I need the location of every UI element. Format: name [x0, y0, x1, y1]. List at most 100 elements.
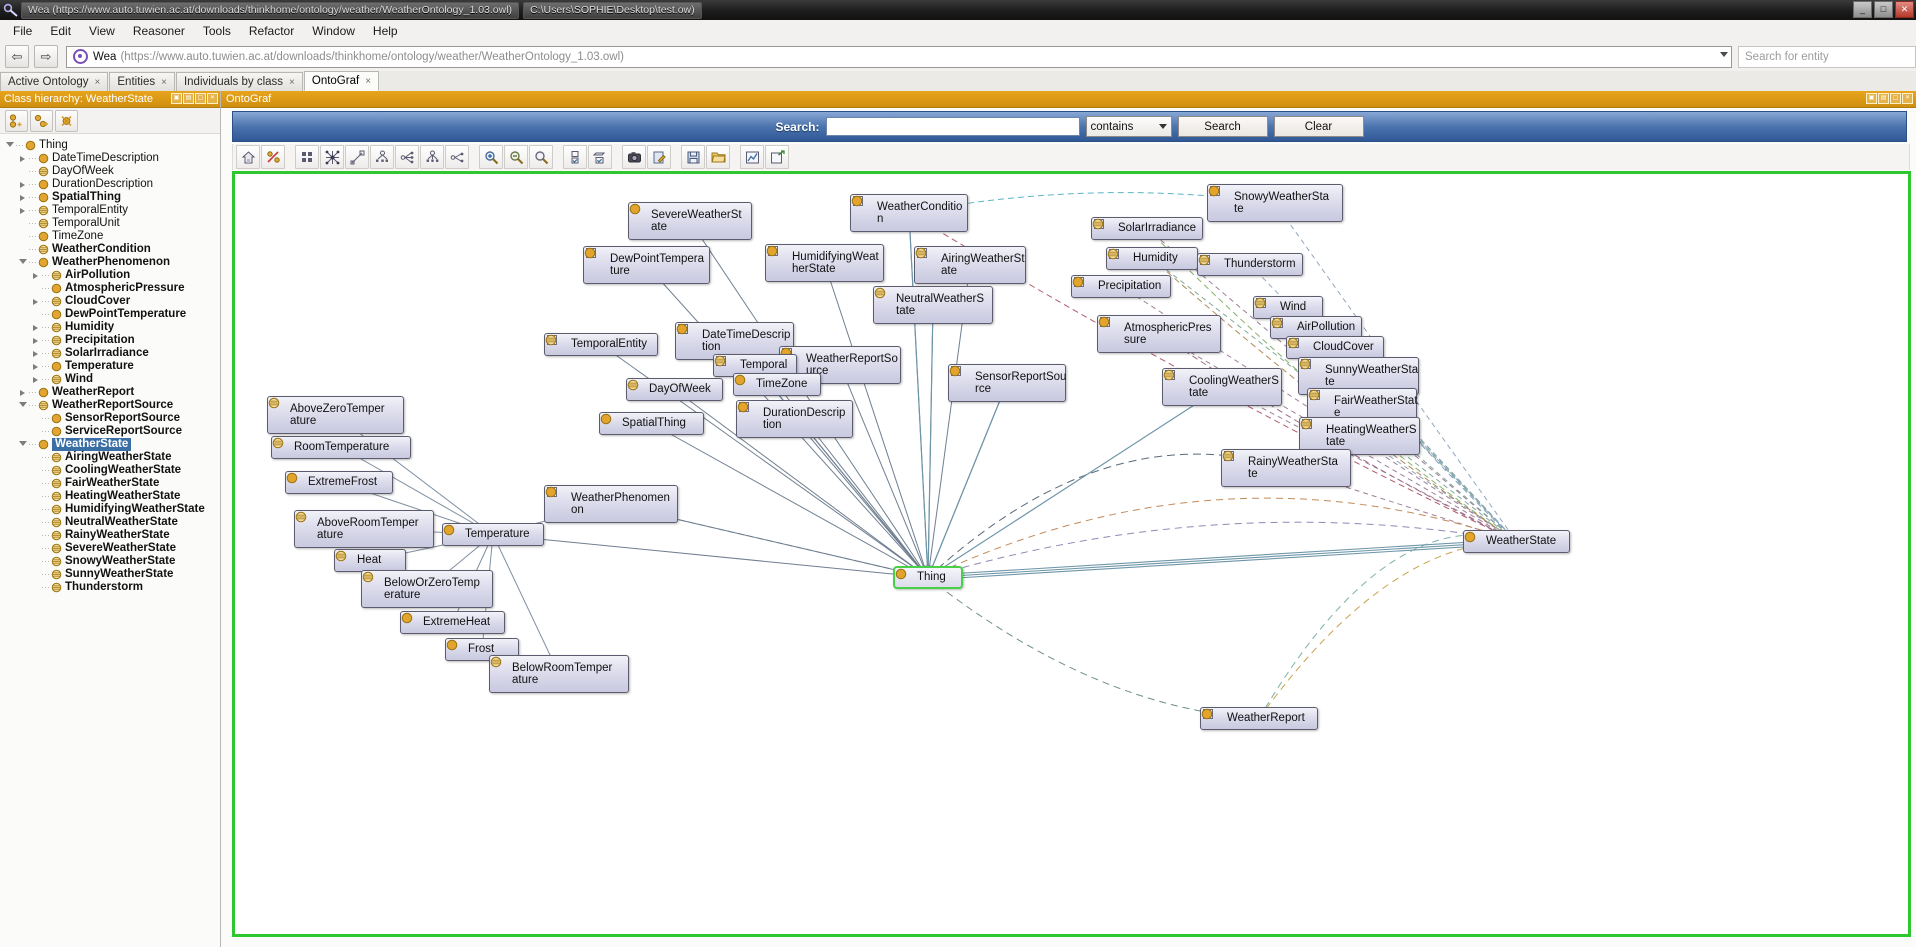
graph-node[interactable]: RoomTemperature	[271, 436, 411, 459]
tree-item-spatialthing[interactable]: ⋯ SpatialThing	[4, 191, 220, 204]
close-button[interactable]: ✕	[1895, 1, 1914, 18]
tree-item-dayofweek[interactable]: ⋯ DayOfWeek	[4, 165, 220, 178]
export-icon[interactable]	[740, 145, 764, 169]
close-icon[interactable]: ×	[95, 77, 101, 88]
tree-item-fairweatherstate[interactable]: ⋯ FairWeatherState	[4, 477, 220, 490]
graph-node[interactable]: +CloudCover	[1286, 336, 1384, 359]
entity-search-input[interactable]: Search for entity	[1738, 45, 1916, 68]
graph-node[interactable]: +SnowyWeatherSta te	[1207, 184, 1343, 222]
expand-arrow-open-icon[interactable]	[17, 440, 28, 449]
graph-node[interactable]: DayOfWeek	[626, 378, 723, 401]
expand-arrow-closed-icon[interactable]	[17, 389, 28, 396]
menu-item-tools[interactable]: Tools	[194, 22, 240, 40]
menu-item-file[interactable]: File	[4, 22, 41, 40]
tab-ontograf[interactable]: OntoGraf ×	[303, 71, 380, 91]
left-tree-icon[interactable]	[445, 145, 469, 169]
tree-item-temporalunit[interactable]: ⋯ TemporalUnit	[4, 217, 220, 230]
expand-arrow-open-icon[interactable]	[17, 258, 28, 267]
tree-item-sensorreportsource[interactable]: ⋯ SensorReportSource	[4, 412, 220, 425]
tree-item-datetimedescription[interactable]: ⋯ DateTimeDescription	[4, 152, 220, 165]
tree-item-temporalentity[interactable]: ⋯ TemporalEntity	[4, 204, 220, 217]
delete-class-icon[interactable]	[55, 109, 78, 132]
tree-item-thunderstorm[interactable]: ⋯ Thunderstorm	[4, 581, 220, 594]
ontograf-maximize-icon[interactable]: ▢	[1890, 93, 1901, 104]
menu-item-view[interactable]: View	[80, 22, 124, 40]
snapshot-icon[interactable]	[622, 145, 646, 169]
graph-node[interactable]: +WeatherConditio n	[850, 194, 968, 232]
tree-layout-icon[interactable]	[370, 145, 394, 169]
zoom-in-icon[interactable]	[479, 145, 503, 169]
clear-graph-icon[interactable]	[261, 145, 285, 169]
tree-item-heatingweatherstate[interactable]: ⋯ HeatingWeatherState	[4, 490, 220, 503]
tree-item-atmosphericpressure[interactable]: ⋯ AtmosphericPressure	[4, 282, 220, 295]
home-icon[interactable]	[236, 145, 260, 169]
search-input[interactable]	[825, 117, 1080, 136]
menu-item-refactor[interactable]: Refactor	[240, 22, 303, 40]
ontograf-canvas[interactable]: SevereWeatherSt ate +WeatherConditio n +Sn…	[232, 171, 1911, 937]
grid-layout-icon[interactable]	[295, 145, 319, 169]
graph-node[interactable]: Thing	[893, 566, 963, 589]
expand-arrow-closed-icon[interactable]	[17, 155, 28, 162]
panel-close-icon[interactable]: ✕	[207, 93, 218, 104]
graph-node[interactable]: NeutralWeatherS tate	[873, 286, 993, 324]
spring-layout-icon[interactable]	[345, 145, 369, 169]
expand-arrow-closed-icon[interactable]	[17, 194, 28, 201]
graph-node[interactable]: +WeatherPhenomen on	[544, 485, 678, 523]
forward-button[interactable]: ⇨	[34, 45, 58, 68]
menu-item-edit[interactable]: Edit	[41, 22, 80, 40]
ontograf-float-icon[interactable]: ▣	[1866, 93, 1877, 104]
close-icon[interactable]: ×	[365, 76, 371, 87]
tree-item-rainyweatherstate[interactable]: ⋯ RainyWeatherState	[4, 529, 220, 542]
graph-node[interactable]: Heat	[334, 549, 406, 572]
maximize-button[interactable]: □	[1874, 1, 1893, 18]
graph-node[interactable]: +Precipitation	[1071, 275, 1171, 298]
graph-node[interactable]: ExtremeFrost	[285, 471, 393, 494]
graph-node[interactable]: +CoolingWeatherS tate	[1162, 368, 1282, 406]
tree-item-weatherphenomenon[interactable]: ⋯ WeatherPhenomenon	[4, 256, 220, 269]
expand-arrow-open-icon[interactable]	[4, 141, 15, 150]
export-image-icon[interactable]	[765, 145, 789, 169]
graph-node[interactable]: +SensorReportSou rce	[948, 364, 1066, 402]
back-button[interactable]: ⇦	[5, 45, 29, 68]
tree-item-sunnyweatherstate[interactable]: ⋯ SunnyWeatherState	[4, 568, 220, 581]
clear-button[interactable]: Clear	[1273, 116, 1364, 137]
vertical-tree-icon[interactable]	[420, 145, 444, 169]
graph-node[interactable]: WeatherState	[1463, 530, 1570, 553]
zoom-out-icon[interactable]	[504, 145, 528, 169]
tree-item-coolingweatherstate[interactable]: ⋯ CoolingWeatherState	[4, 464, 220, 477]
graph-node[interactable]: AboveZeroTemper ature	[267, 396, 404, 434]
tree-item-airingweatherstate[interactable]: ⋯ AiringWeatherState	[4, 451, 220, 464]
expand-arrow-closed-icon[interactable]	[17, 181, 28, 188]
search-button[interactable]: Search	[1177, 116, 1268, 137]
expand-arrow-closed-icon[interactable]	[30, 350, 41, 357]
expand-arrow-closed-icon[interactable]	[17, 207, 28, 214]
expand-arrow-closed-icon[interactable]	[30, 363, 41, 370]
graph-node[interactable]: TimeZone	[733, 373, 821, 396]
tree-item-weatherreportsource[interactable]: ⋯ WeatherReportSource	[4, 399, 220, 412]
add-sibling-class-icon[interactable]	[30, 109, 53, 132]
chevron-down-icon[interactable]	[1720, 51, 1728, 57]
close-icon[interactable]: ×	[161, 77, 167, 88]
ontograf-close-icon[interactable]: ✕	[1902, 93, 1913, 104]
radial-layout-icon[interactable]	[320, 145, 344, 169]
expand-arrow-closed-icon[interactable]	[30, 298, 41, 305]
tab-entities[interactable]: Entities ×	[109, 72, 175, 91]
tab-individuals-by-class[interactable]: Individuals by class ×	[175, 72, 303, 91]
expand-arrow-closed-icon[interactable]	[30, 337, 41, 344]
panel-split-icon[interactable]: ▤	[183, 93, 194, 104]
graph-node[interactable]: AboveRoomTemper ature	[294, 510, 434, 548]
close-icon[interactable]: ×	[289, 77, 295, 88]
tree-item-thing[interactable]: ⋯ Thing	[4, 139, 220, 152]
tree-item-servicereportsource[interactable]: ⋯ ServiceReportSource	[4, 425, 220, 438]
select-all-icon[interactable]	[563, 145, 587, 169]
horizontal-tree-icon[interactable]	[395, 145, 419, 169]
tree-item-timezone[interactable]: ⋯ TimeZone	[4, 230, 220, 243]
tree-item-precipitation[interactable]: ⋯ Precipitation	[4, 334, 220, 347]
expand-arrow-open-icon[interactable]	[17, 401, 28, 410]
graph-node[interactable]: +SolarIrradiance	[1091, 217, 1203, 240]
graph-node[interactable]: Temperature	[442, 523, 544, 546]
expand-arrow-closed-icon[interactable]	[30, 324, 41, 331]
menu-item-help[interactable]: Help	[364, 22, 407, 40]
graph-node[interactable]: +Humidity	[1106, 247, 1198, 270]
minimize-button[interactable]: _	[1853, 1, 1872, 18]
